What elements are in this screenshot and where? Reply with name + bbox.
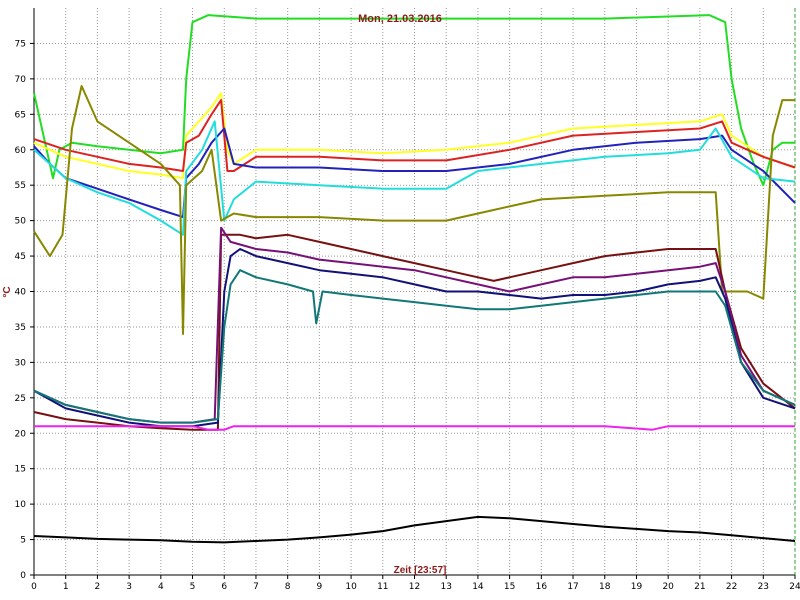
y-tick-label: 25 [15,394,26,404]
y-tick-label: 40 [15,288,27,298]
y-axis-label: °C [2,286,13,297]
x-tick-label: 0 [31,582,37,592]
x-tick-label: 9 [317,582,323,592]
x-tick-label: 22 [726,582,737,592]
y-tick-label: 60 [15,146,27,156]
y-tick-label: 50 [15,217,27,227]
x-tick-label: 13 [440,582,451,592]
y-tick-label: 30 [15,358,27,368]
x-tick-label: 3 [126,582,132,592]
y-tick-label: 35 [15,323,26,333]
y-tick-label: 10 [15,500,27,510]
x-tick-label: 10 [345,582,357,592]
y-tick-label: 65 [15,110,26,120]
x-tick-label: 8 [285,582,291,592]
x-tick-label: 14 [472,582,484,592]
line-chart: 0 1 2 3 4 5 6 7 8 9 10 11 12 13 14 15 16 17 18 19 20 21 22 23 24… [2,8,800,592]
y-tick-label: 75 [15,39,26,49]
x-tick-label: 16 [536,582,548,592]
x-tick-label: 6 [221,582,227,592]
series-line-5 [33,120,796,236]
y-tick-label: 70 [15,75,27,85]
x-tick-label: 17 [567,582,578,592]
axes [30,8,796,579]
y-tick-label: 15 [15,465,26,475]
x-tick-label: 4 [158,582,164,592]
x-tick-label: 2 [95,582,101,592]
chart-root: 0 1 2 3 4 5 6 7 8 9 10 11 12 13 14 15 16 17 18 19 20 21 22 23 24… [0,0,800,600]
x-tick-label: 21 [694,582,705,592]
chart-title: Mon, 21.03.2016 [358,13,442,25]
x-axis-label: Zeit [23:57] [394,565,447,576]
x-tick-label: 5 [190,582,196,592]
y-tick-label: 45 [15,252,26,262]
x-tick-label: 19 [631,582,643,592]
x-tick-label: 11 [377,582,388,592]
series-line-8 [33,226,796,424]
x-tick-label: 18 [599,582,611,592]
y-tick-label: 0 [20,571,26,581]
y-tick-label: 20 [15,429,27,439]
x-tick-label: 1 [63,582,69,592]
y-tick-label: 55 [15,181,26,191]
x-tick-label: 23 [758,582,769,592]
x-tick-label: 24 [789,582,800,592]
x-tick-label: 7 [253,582,259,592]
x-tick-label: 12 [409,582,420,592]
y-tick-label: 5 [20,536,26,546]
x-tick-label: 15 [504,582,515,592]
series-line-12 [33,515,796,544]
x-tick-label: 20 [662,582,674,592]
